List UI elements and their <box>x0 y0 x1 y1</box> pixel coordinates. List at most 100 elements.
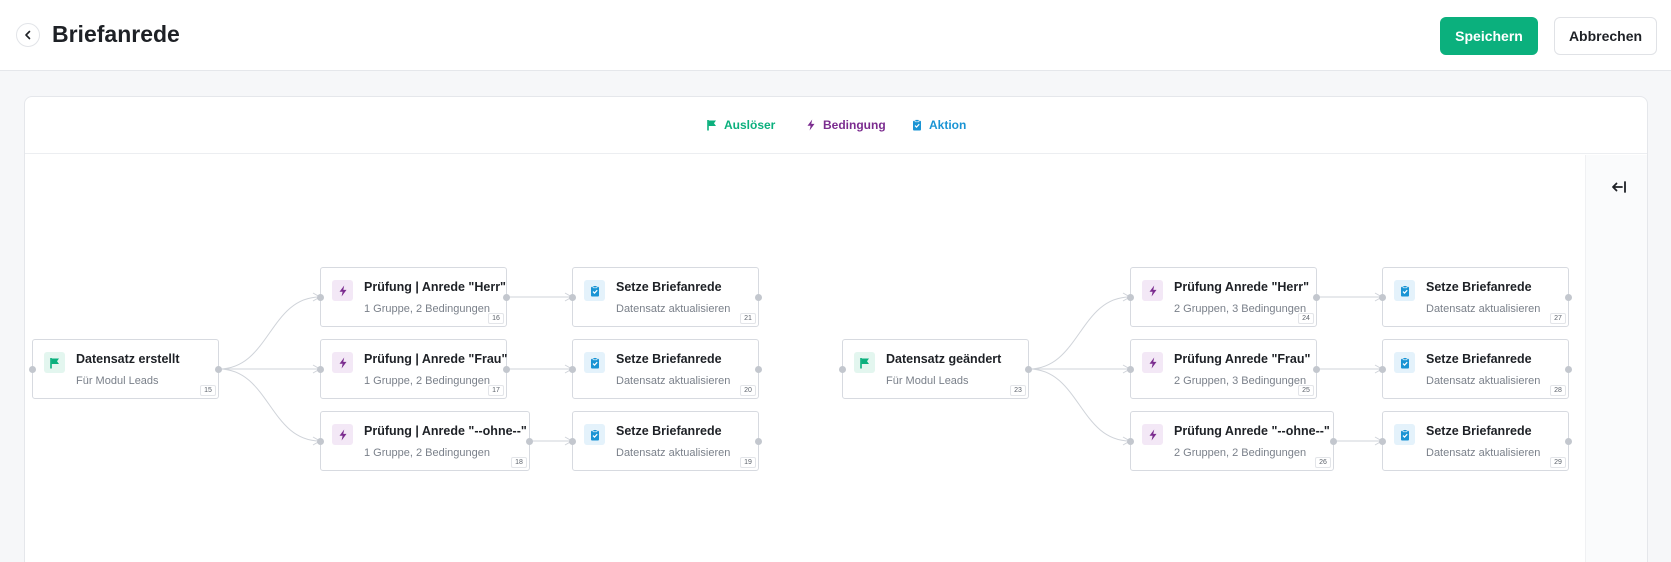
node-subtitle: Datensatz aktualisieren <box>1426 375 1541 387</box>
node-id-badge: 25 <box>1298 385 1314 396</box>
node-output-handle[interactable] <box>503 366 510 373</box>
node-output-handle[interactable] <box>1313 294 1320 301</box>
collapse-panel-button[interactable] <box>1610 178 1628 196</box>
node-title: Setze Briefanrede <box>616 280 722 294</box>
node-output-handle[interactable] <box>1565 294 1572 301</box>
node-id-badge: 29 <box>1550 457 1566 468</box>
node-title: Prüfung | Anrede "Frau" <box>364 352 508 366</box>
node-id-badge: 28 <box>1550 385 1566 396</box>
node-output-handle[interactable] <box>1565 366 1572 373</box>
node-output-handle[interactable] <box>1330 438 1337 445</box>
side-panel-rail <box>1585 155 1647 562</box>
node-input-handle[interactable] <box>569 366 576 373</box>
lightning-icon <box>1149 429 1156 440</box>
node-id-badge: 24 <box>1298 313 1314 324</box>
top-bar: Briefanrede Speichern Abbrechen <box>0 0 1671 71</box>
node-title: Prüfung | Anrede "--ohne--" <box>364 424 527 438</box>
workflow-node-action[interactable]: Setze Briefanrede Datensatz aktualisiere… <box>569 267 762 327</box>
workflow-node-condition[interactable]: Prüfung Anrede "--ohne--" 2 Gruppen, 2 B… <box>1127 411 1337 471</box>
node-output-handle[interactable] <box>755 366 762 373</box>
node-subtitle: Für Modul Leads <box>76 375 159 387</box>
workflow-node-action[interactable]: Setze Briefanrede Datensatz aktualisiere… <box>569 339 762 399</box>
chevron-left-icon <box>25 30 31 40</box>
save-button[interactable]: Speichern <box>1440 17 1538 55</box>
node-output-handle[interactable] <box>1565 438 1572 445</box>
node-input-handle[interactable] <box>317 294 324 301</box>
node-input-handle[interactable] <box>29 366 36 373</box>
node-subtitle: 1 Gruppe, 2 Bedingungen <box>364 303 490 315</box>
workflow-node-action[interactable]: Setze Briefanrede Datensatz aktualisiere… <box>1379 411 1572 471</box>
node-subtitle: 2 Gruppen, 3 Bedingungen <box>1174 375 1307 387</box>
legend-bar: Auslöser Bedingung Aktion <box>25 97 1647 154</box>
workflow-node-condition[interactable]: Prüfung | Anrede "Frau" 1 Gruppe, 2 Bedi… <box>317 339 510 399</box>
legend-trigger: Auslöser <box>706 118 775 132</box>
node-output-handle[interactable] <box>503 294 510 301</box>
node-id-badge: 19 <box>740 457 756 468</box>
node-subtitle: Für Modul Leads <box>886 375 969 387</box>
node-input-handle[interactable] <box>1379 438 1386 445</box>
node-input-handle[interactable] <box>1127 438 1134 445</box>
node-subtitle: 1 Gruppe, 2 Bedingungen <box>364 375 490 387</box>
node-type-icon-box <box>584 280 605 301</box>
node-input-handle[interactable] <box>317 438 324 445</box>
cancel-button[interactable]: Abbrechen <box>1554 17 1657 55</box>
node-input-handle[interactable] <box>317 366 324 373</box>
node-title: Prüfung | Anrede "Herr" <box>364 280 506 294</box>
node-type-icon-box <box>332 424 353 445</box>
node-type-icon-box <box>584 352 605 373</box>
workflow-node-condition[interactable]: Prüfung Anrede "Herr" 2 Gruppen, 3 Bedin… <box>1127 267 1320 327</box>
node-input-handle[interactable] <box>569 294 576 301</box>
node-title: Setze Briefanrede <box>616 352 722 366</box>
workflow-node-condition[interactable]: Prüfung | Anrede "Herr" 1 Gruppe, 2 Bedi… <box>317 267 510 327</box>
clipboard-check-icon <box>590 428 599 440</box>
legend-action-label: Aktion <box>929 118 967 132</box>
legend-action: Aktion <box>911 118 966 132</box>
clipboard-check-icon <box>590 356 599 368</box>
node-output-handle[interactable] <box>1313 366 1320 373</box>
node-output-handle[interactable] <box>1025 366 1032 373</box>
clipboard-check-icon <box>590 284 599 296</box>
clipboard-check-icon <box>1400 428 1409 440</box>
node-subtitle: Datensatz aktualisieren <box>1426 447 1541 459</box>
node-id-badge: 17 <box>488 385 504 396</box>
clipboard-check-icon <box>913 119 921 131</box>
lightning-icon <box>339 429 346 440</box>
node-type-icon-box <box>1394 280 1415 301</box>
node-title: Prüfung Anrede "Frau" <box>1174 352 1311 366</box>
lightning-icon <box>807 119 815 131</box>
node-id-badge: 16 <box>488 313 504 324</box>
lightning-icon <box>1149 285 1156 296</box>
node-title: Datensatz erstellt <box>76 352 180 366</box>
node-id-badge: 21 <box>740 313 756 324</box>
node-input-handle[interactable] <box>569 438 576 445</box>
legend-condition: Bedingung <box>805 118 886 132</box>
node-subtitle: Datensatz aktualisieren <box>616 447 731 459</box>
node-output-handle[interactable] <box>755 438 762 445</box>
node-input-handle[interactable] <box>1127 366 1134 373</box>
node-title: Prüfung Anrede "Herr" <box>1174 280 1310 294</box>
node-output-handle[interactable] <box>755 294 762 301</box>
node-input-handle[interactable] <box>1127 294 1134 301</box>
node-subtitle: Datensatz aktualisieren <box>616 375 731 387</box>
workflow-node-action[interactable]: Setze Briefanrede Datensatz aktualisiere… <box>569 411 762 471</box>
workflow-node-trigger[interactable]: Datensatz erstellt Für Modul Leads 15 <box>29 339 222 399</box>
node-output-handle[interactable] <box>215 366 222 373</box>
workflow-node-trigger[interactable]: Datensatz geändert Für Modul Leads 23 <box>839 339 1032 399</box>
node-input-handle[interactable] <box>1379 366 1386 373</box>
flag-icon <box>859 357 869 368</box>
workflow-node-action[interactable]: Setze Briefanrede Datensatz aktualisiere… <box>1379 339 1572 399</box>
legend-condition-label: Bedingung <box>823 118 886 132</box>
workflow-canvas-panel: Auslöser Bedingung Aktion <box>24 96 1648 562</box>
workflow-node-condition[interactable]: Prüfung | Anrede "--ohne--" 1 Gruppe, 2 … <box>317 411 533 471</box>
node-input-handle[interactable] <box>1379 294 1386 301</box>
node-input-handle[interactable] <box>839 366 846 373</box>
node-title: Setze Briefanrede <box>1426 280 1532 294</box>
node-output-handle[interactable] <box>526 438 533 445</box>
node-subtitle: 2 Gruppen, 2 Bedingungen <box>1174 447 1307 459</box>
workflow-node-condition[interactable]: Prüfung Anrede "Frau" 2 Gruppen, 3 Bedin… <box>1127 339 1320 399</box>
workflow-node-action[interactable]: Setze Briefanrede Datensatz aktualisiere… <box>1379 267 1572 327</box>
node-type-icon-box <box>44 352 65 373</box>
node-title: Setze Briefanrede <box>1426 424 1532 438</box>
back-button[interactable] <box>16 23 40 47</box>
node-title: Setze Briefanrede <box>1426 352 1532 366</box>
